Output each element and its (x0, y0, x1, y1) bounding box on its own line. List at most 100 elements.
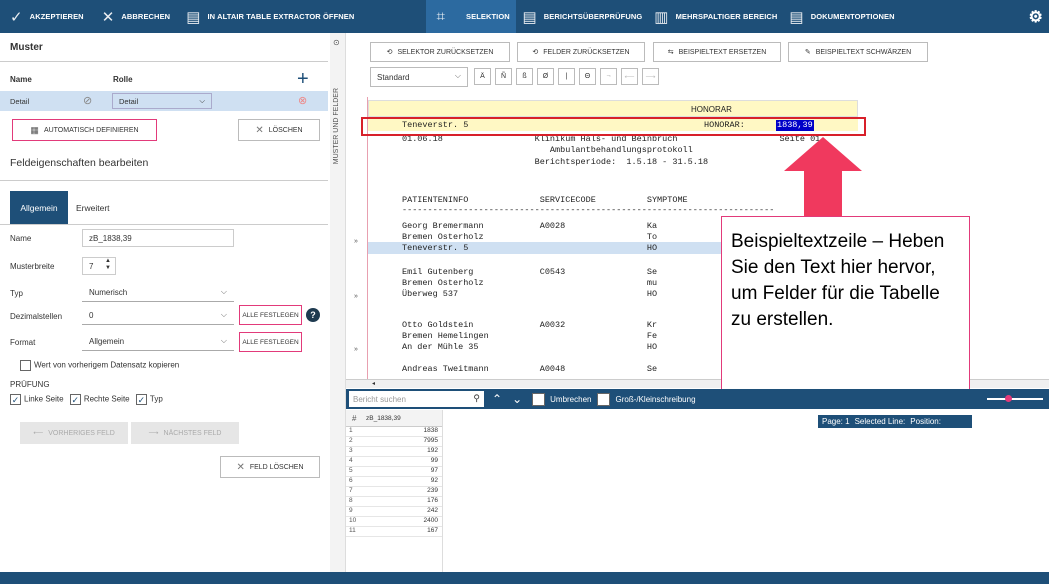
pointer-arrow-icon (784, 137, 862, 219)
help-icon[interactable]: ? (306, 308, 320, 322)
collapse-icon[interactable]: ⊙ (333, 38, 340, 47)
set-all-format-button[interactable]: ALLE FESTLEGEN (239, 332, 302, 352)
table-export-icon: ▤ (186, 8, 201, 26)
case-checkbox[interactable] (597, 392, 611, 406)
prev-field-button[interactable]: ⟵ VORHERIGES FELD (20, 422, 128, 444)
next-field-button[interactable]: ⟶ NÄCHSTES FELD (131, 422, 239, 444)
remove-circle-icon[interactable]: ⊗ (298, 94, 307, 107)
table-row[interactable]: 7 239 (346, 487, 442, 497)
table-row[interactable]: 5 97 (346, 467, 442, 477)
arrow-left-icon: ⟵ (33, 430, 44, 437)
copy-prev-checkbox[interactable]: Wert von vorherigem Datensatz kopieren (20, 360, 179, 371)
char-button[interactable]: ¬ (600, 68, 617, 85)
auto-define-button[interactable]: ▦ AUTOMATISCH DEFINIEREN (12, 119, 157, 141)
selected-line-status: Selected Line: (854, 417, 906, 426)
close-icon: ✕ (101, 8, 115, 26)
chevron-up-icon[interactable]: ⌃ (492, 392, 502, 406)
close-icon: ✕ (236, 461, 245, 473)
cancel-button[interactable]: ✕ ABBRECHEN (96, 0, 177, 33)
tab-doc-options[interactable]: ▤ DOKUMENTOPTIONEN (783, 0, 900, 33)
result-grid[interactable]: # zB_1838,39 1 1838 2 7995 3 192 4 99 5 97 69… (346, 410, 442, 537)
table-row[interactable]: 4 99 (346, 457, 442, 467)
bottom-bar (0, 572, 1049, 584)
left-panel: Muster Name Rolle + Detail ⊘ Detail ⌵ ⊗ ▦… (0, 33, 330, 584)
char-button[interactable]: | (558, 68, 575, 85)
pattern-row[interactable]: Detail ⊘ Detail ⌵ ⊗ (0, 91, 328, 111)
table-row[interactable]: 2 7995 (346, 437, 442, 447)
reset-fields-button[interactable]: ⟲ FELDER ZURÜCKSETZEN (517, 42, 645, 62)
chevron-down-icon: ⌵ (199, 96, 205, 105)
case-label: Groß-/Kleinschreibung (615, 394, 696, 404)
slider-handle[interactable] (1005, 395, 1012, 402)
arrow-right-icon: ⟶ (148, 430, 159, 437)
tab-selection[interactable]: ⌗ SELEKTION (426, 0, 517, 33)
chevron-down-icon: ⌵ (220, 287, 227, 296)
col-role-header: Rolle (113, 75, 133, 84)
decimals-label: Dezimalstellen (10, 312, 63, 321)
char-button[interactable]: Ñ (495, 68, 512, 85)
search-input[interactable]: Bericht suchen ⚲ (349, 391, 484, 407)
table-row[interactable]: 10 2400 (346, 517, 442, 527)
report-line: Georg Bremermann A0028 Ka (402, 221, 658, 231)
right-side-checkbox[interactable]: ✓ (69, 394, 81, 405)
delete-pattern-button[interactable]: ✕ LÖSCHEN (238, 119, 320, 141)
reset-selector-button[interactable]: ⟲ SELEKTOR ZURÜCKSETZEN (370, 42, 510, 62)
role-select[interactable]: Detail ⌵ (112, 93, 212, 109)
row-marker-icon: » (354, 293, 358, 300)
blacken-sample-button[interactable]: ✎ BEISPIELTEXT SCHWÄRZEN (788, 42, 928, 62)
top-toolbar: ✓ AKZEPTIEREN ✕ ABBRECHEN ▤ IN ALTAIR TABLE… (0, 0, 1049, 33)
char-button[interactable]: ß (516, 68, 533, 85)
char-button[interactable]: Ø (537, 68, 554, 85)
char-button[interactable]: Θ (579, 68, 596, 85)
table-row[interactable]: 8 176 (346, 497, 442, 507)
width-stepper[interactable]: 7 ▲ ▼ (82, 257, 116, 275)
table-row[interactable]: 1 1838 (346, 427, 442, 437)
add-pattern-icon[interactable]: + (297, 68, 309, 91)
chevron-down-icon[interactable]: ⌄ (512, 392, 522, 406)
report-line: Emil Gutenberg C0543 Se (402, 267, 658, 277)
edit-circle-icon[interactable]: ⊘ (83, 94, 92, 107)
scroll-left-icon[interactable]: ◂ (372, 380, 375, 387)
row-marker-icon: » (354, 238, 358, 245)
type-select[interactable]: Numerisch ⌵ (82, 283, 234, 301)
table-row[interactable]: 11 167 (346, 527, 442, 537)
name-field[interactable]: zB_1838,39 (82, 229, 234, 247)
char-button[interactable]: Ä (474, 68, 491, 85)
decimals-select[interactable]: 0 ⌵ (82, 306, 234, 324)
left-side-checkbox[interactable]: ✓ (10, 394, 21, 405)
accept-button[interactable]: ✓ AKZEPTIEREN (0, 0, 90, 33)
report-line: Teneverstr. 5 HO (402, 243, 658, 253)
pattern-fields-strip[interactable]: ⊙ MUSTER UND FELDER (330, 33, 346, 584)
open-tableextractor-button[interactable]: ▤ IN ALTAIR TABLE EXTRACTOR ÖFFNEN (180, 0, 360, 33)
underline (82, 301, 234, 302)
set-all-decimals-button[interactable]: ALLE FESTLEGEN (239, 305, 302, 325)
search-icon[interactable]: ⚲ (473, 393, 480, 404)
mode-select[interactable]: Standard ⌵ (370, 67, 468, 87)
tab-extended[interactable]: Erweitert (76, 203, 110, 213)
row-marker-icon: » (354, 346, 358, 353)
checkbox-empty[interactable] (20, 360, 31, 371)
tab-general[interactable]: Allgemein (10, 191, 68, 224)
selection-icon: ⌗ (436, 8, 445, 25)
char-button[interactable]: ⟶ (642, 68, 659, 85)
delete-field-button[interactable]: ✕ FELD LÖSCHEN (220, 456, 320, 478)
tab-multicolumn[interactable]: ▥ MEHRSPALTIGER BEREICH (648, 0, 783, 33)
replace-sample-button[interactable]: ⇆ BEISPIELTEXT ERSETZEN (653, 42, 781, 62)
wrap-label: Umbrechen (550, 394, 592, 404)
close-icon: ✕ (255, 124, 264, 136)
char-button[interactable]: ⟵ (621, 68, 638, 85)
type-checkbox[interactable]: ✓ (135, 394, 147, 405)
zoom-slider[interactable] (987, 395, 1043, 402)
grid-divider (442, 410, 443, 572)
stepper-arrows-icon[interactable]: ▲ ▼ (105, 258, 111, 272)
table-row[interactable]: 9 242 (346, 507, 442, 517)
table-row[interactable]: 6 92 (346, 477, 442, 487)
settings-gear-icon[interactable]: ⚙ (1023, 0, 1049, 33)
chevron-down-icon: ⌵ (220, 336, 227, 345)
tab-report-review[interactable]: ▤ BERICHTSÜBERPRÜFUNG (516, 0, 648, 33)
format-select[interactable]: Allgemein ⌵ (82, 332, 234, 350)
report-line: Berichtsperiode: 1.5.18 - 31.5.18 (402, 157, 709, 167)
report-line: ----------------------------------------… (402, 205, 775, 215)
table-row[interactable]: 3 192 (346, 447, 442, 457)
wrap-checkbox[interactable] (532, 392, 546, 406)
